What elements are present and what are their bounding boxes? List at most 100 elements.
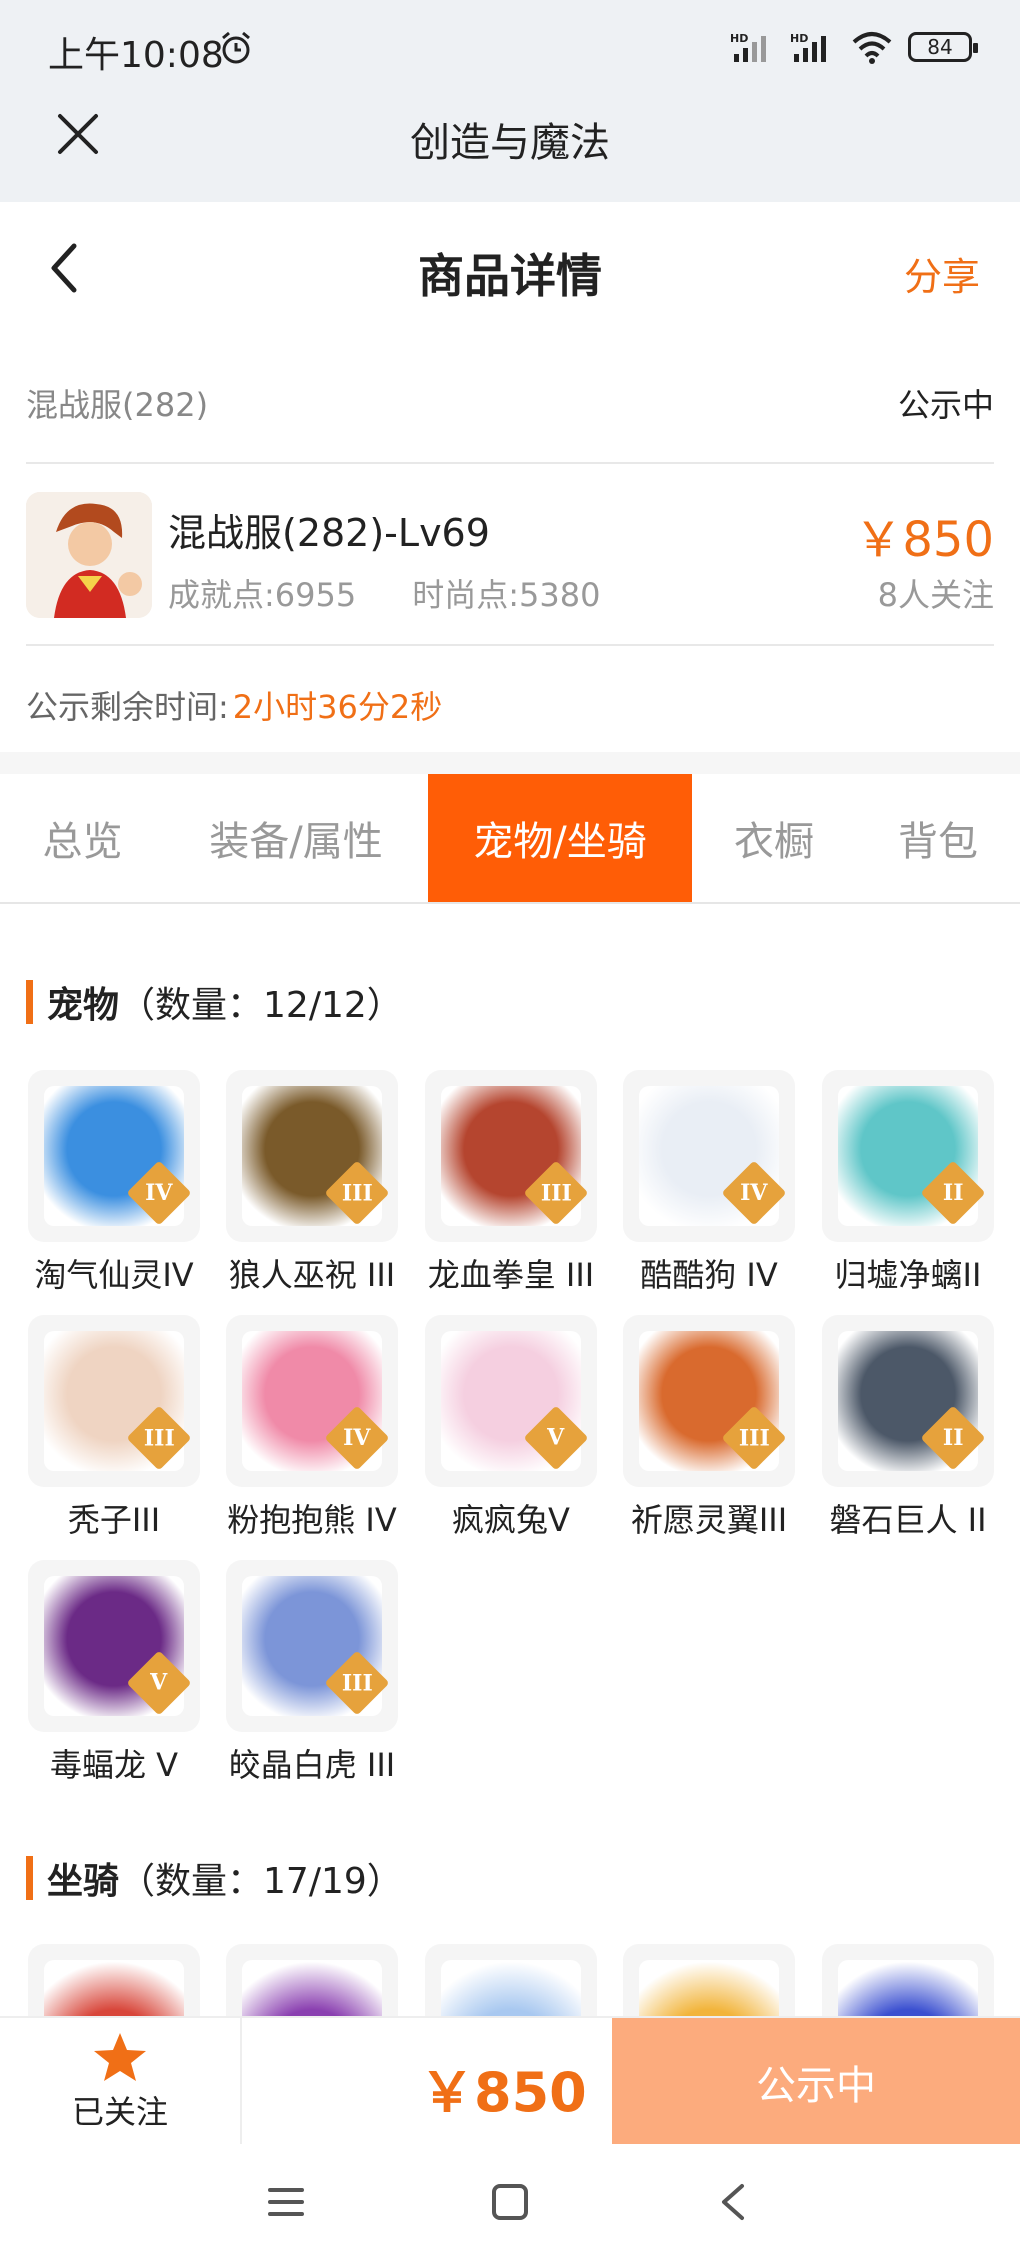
pet-card[interactable]: III 狼人巫祝 III xyxy=(226,1070,398,1296)
remaining-time-value: 2小时36分2秒 xyxy=(232,688,443,726)
section-marker xyxy=(26,1856,33,1900)
tier-label: II xyxy=(942,1180,964,1206)
system-nav-bar xyxy=(0,2144,1020,2267)
share-button[interactable]: 分享 xyxy=(904,246,980,301)
mount-art xyxy=(242,1960,382,2016)
pet-image: V xyxy=(425,1315,597,1487)
status-indicators: HD HD 84 xyxy=(730,30,978,64)
wifi-icon xyxy=(852,32,892,64)
page-title: 商品详情 xyxy=(418,249,602,303)
menu-icon[interactable] xyxy=(262,2178,310,2226)
mounts-title: 坐骑 xyxy=(47,1861,120,1902)
tier-label: II xyxy=(942,1425,964,1451)
pet-name: 秃子III xyxy=(67,1501,161,1539)
mount-art xyxy=(44,1960,184,2016)
bottom-price: ￥850 xyxy=(420,2061,587,2124)
battery-indicator: 84 xyxy=(908,32,978,62)
tab-equipment[interactable]: 装备/属性 xyxy=(165,774,427,902)
tier-label: III xyxy=(341,1180,373,1206)
pet-card[interactable]: III 龙血拳皇 III xyxy=(425,1070,597,1296)
tab-pets-mounts[interactable]: 宠物/坐骑 xyxy=(428,774,692,902)
svg-text:HD: HD xyxy=(790,32,808,45)
pet-card[interactable]: II 磐石巨人 II xyxy=(822,1315,994,1541)
mount-card[interactable] xyxy=(425,1944,597,2016)
pet-name: 粉抱抱熊 IV xyxy=(227,1501,397,1539)
mounts-count: （数量：17/19） xyxy=(119,1861,403,1902)
pet-card[interactable]: V 毒蝠龙 V xyxy=(28,1560,200,1786)
pet-card[interactable]: III 祈愿灵翼III xyxy=(623,1315,795,1541)
app-header: 上午10:08 HD HD 84 创造与魔法 xyxy=(0,0,1020,202)
pets-section-title: 宠物 （数量：12/12） xyxy=(26,976,403,1028)
tab-bar: 总览 装备/属性 宠物/坐骑 衣橱 背包 xyxy=(0,774,1020,904)
pet-card[interactable]: IV 酷酷狗 IV xyxy=(623,1070,795,1296)
divider xyxy=(26,462,994,464)
pets-count: （数量：12/12） xyxy=(119,985,403,1026)
follow-label: 已关注 xyxy=(71,2093,168,2131)
pet-name: 祈愿灵翼III xyxy=(630,1501,788,1539)
pet-image: III xyxy=(425,1070,597,1242)
alarm-icon xyxy=(222,31,250,64)
pet-card[interactable]: IV 淘气仙灵IV xyxy=(28,1070,200,1296)
svg-text:HD: HD xyxy=(730,32,748,45)
pet-image: III xyxy=(226,1560,398,1732)
tier-label: V xyxy=(547,1424,565,1451)
pets-title: 宠物 xyxy=(47,985,120,1026)
mount-card[interactable] xyxy=(623,1944,795,2016)
mount-card[interactable] xyxy=(226,1944,398,2016)
tier-label: IV xyxy=(145,1180,173,1206)
mount-image xyxy=(425,1944,597,2016)
divider xyxy=(26,644,994,646)
tab-backpack[interactable]: 背包 xyxy=(856,774,1020,902)
tier-label: IV xyxy=(740,1180,768,1206)
character-avatar xyxy=(26,492,152,618)
status-button[interactable]: 公示中 xyxy=(612,2018,1020,2146)
pet-name: 疯疯兔V xyxy=(452,1501,570,1539)
pet-card[interactable]: IV 粉抱抱熊 IV xyxy=(226,1315,398,1541)
pet-name: 毒蝠龙 V xyxy=(49,1746,179,1784)
pet-card[interactable]: V 疯疯兔V xyxy=(425,1315,597,1541)
fashion-points: 时尚点:5380 xyxy=(412,576,601,614)
tier-label: III xyxy=(143,1425,175,1451)
mount-image xyxy=(226,1944,398,2016)
section-marker xyxy=(26,980,33,1024)
listing-status: 公示中 xyxy=(897,386,994,424)
pet-image: II xyxy=(822,1070,994,1242)
pet-image: IV xyxy=(28,1070,200,1242)
status-time: 上午10:08 xyxy=(48,35,224,76)
mount-image xyxy=(28,1944,200,2016)
mount-image xyxy=(623,1944,795,2016)
pet-image: II xyxy=(822,1315,994,1487)
follow-button[interactable]: 已关注 xyxy=(0,2018,242,2146)
pet-image: V xyxy=(28,1560,200,1732)
cell-signal-icon: HD xyxy=(730,32,766,62)
tier-label: IV xyxy=(343,1425,371,1451)
pet-name: 酷酷狗 IV xyxy=(640,1256,778,1294)
mount-art xyxy=(441,1960,581,2016)
cell-signal-icon: HD xyxy=(790,32,826,62)
tier-label: III xyxy=(738,1425,770,1451)
pet-card[interactable]: II 归墟净螭II xyxy=(822,1070,994,1296)
mount-image xyxy=(822,1944,994,2016)
back-nav-icon[interactable] xyxy=(710,2178,758,2226)
pet-image: IV xyxy=(623,1070,795,1242)
pet-name: 狼人巫祝 III xyxy=(228,1256,396,1294)
mount-card[interactable] xyxy=(822,1944,994,2016)
follower-count: 8人关注 xyxy=(877,576,994,614)
pet-name: 归墟净螭II xyxy=(834,1256,982,1294)
pet-card[interactable]: III 秃子III xyxy=(28,1315,200,1541)
pet-image: III xyxy=(226,1070,398,1242)
home-icon[interactable] xyxy=(486,2178,534,2226)
mount-card[interactable] xyxy=(28,1944,200,2016)
tab-overview[interactable]: 总览 xyxy=(0,774,165,902)
tab-wardrobe[interactable]: 衣橱 xyxy=(692,774,856,902)
bottom-action-bar: 已关注 ￥850 公示中 xyxy=(0,2016,1020,2146)
pet-image: IV xyxy=(226,1315,398,1487)
star-icon xyxy=(94,2033,146,2081)
pet-card[interactable]: III 皎晶白虎 III xyxy=(226,1560,398,1786)
remaining-time: 公示剩余时间: 2小时36分2秒 xyxy=(26,682,442,728)
pet-image: III xyxy=(623,1315,795,1487)
pet-name: 磐石巨人 II xyxy=(829,1501,987,1539)
product-name: 混战服(282)-Lv69 xyxy=(168,511,490,555)
pet-image: III xyxy=(28,1315,200,1487)
section-separator xyxy=(0,752,1020,774)
